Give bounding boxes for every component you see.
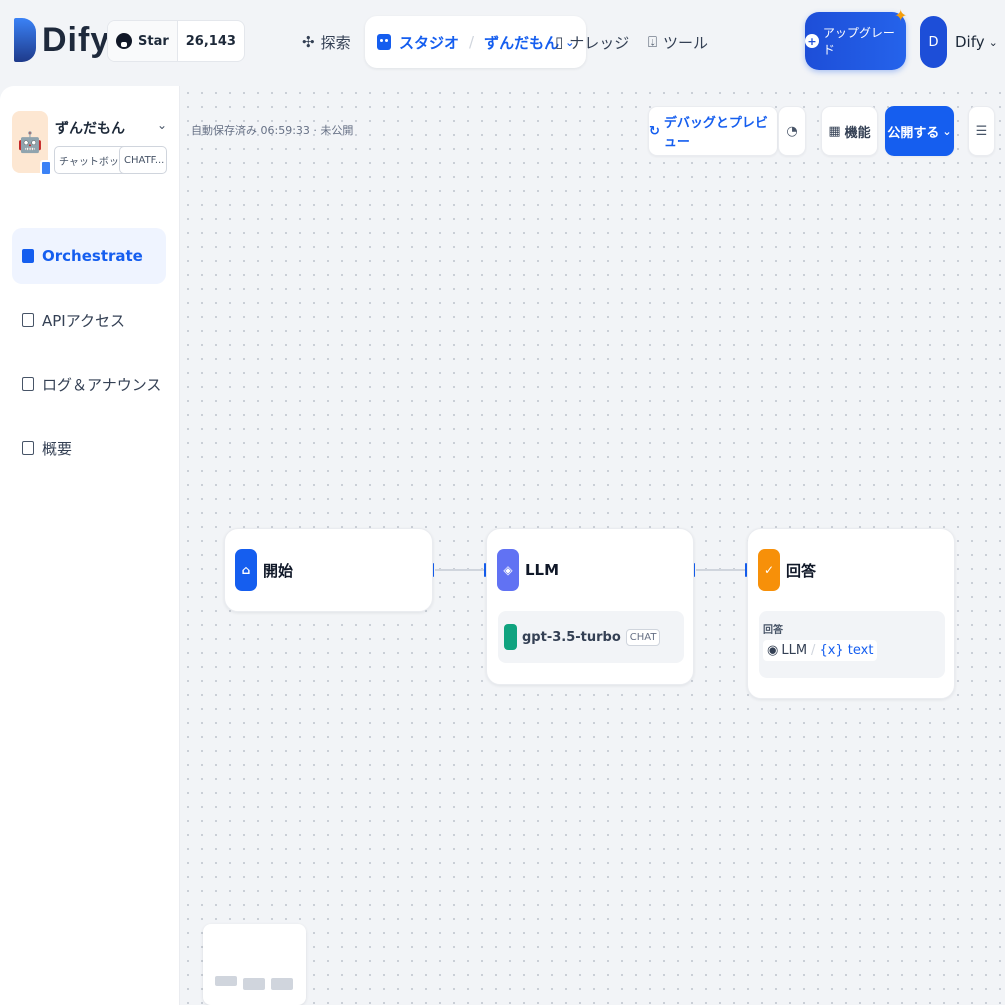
nav-separator: / — [469, 33, 475, 51]
sidebar-item-orchestrate[interactable]: Orchestrate — [12, 228, 166, 284]
llm-model-box: gpt-3.5-turbo CHAT — [498, 611, 684, 663]
history-button[interactable]: ◔ — [778, 106, 806, 156]
nav-explore[interactable]: ✣ 探索 — [302, 16, 351, 68]
star-label: Star — [138, 33, 169, 49]
nav-knowledge[interactable]: ▯ ナレッジ — [555, 16, 629, 68]
nav-studio[interactable]: スタジオ / ずんだもん ⌄ — [365, 16, 587, 68]
minimap[interactable] — [203, 924, 306, 1005]
logo-text: Dify — [42, 20, 111, 59]
answer-node-title: 回答 — [786, 561, 817, 580]
debug-preview-label: デバッグとプレビュー — [663, 116, 768, 150]
sparkle-icon: ✦ — [894, 6, 908, 25]
minimap-node — [243, 978, 265, 990]
sidebar-item-label: APIアクセス — [42, 311, 125, 330]
llm-node[interactable]: ◈ LLM gpt-3.5-turbo CHAT — [486, 528, 694, 685]
api-icon — [22, 313, 34, 327]
github-star-button[interactable]: Star 26,143 — [107, 20, 245, 62]
openai-icon — [504, 624, 517, 650]
publish-label: 公開する — [887, 125, 940, 141]
log-icon — [22, 377, 34, 391]
sidebar-item-label: 概要 — [42, 439, 73, 458]
nav-studio-label: スタジオ — [399, 33, 460, 52]
llm-model-name: gpt-3.5-turbo — [522, 629, 621, 645]
answer-field-label: 回答 — [763, 625, 783, 636]
avatar: D — [920, 16, 947, 68]
account-menu[interactable]: D Dify ⌄ — [920, 16, 998, 68]
sidebar-item-api-access[interactable]: APIアクセス — [12, 292, 166, 348]
answer-node[interactable]: ✓ 回答 回答 ◉ LLM / {x} text — [747, 528, 955, 699]
nav-tools-label: ツール — [663, 33, 709, 52]
start-node-header: ⌂ 開始 — [235, 549, 293, 591]
star-count: 26,143 — [185, 33, 236, 49]
publish-button[interactable]: 公開する ⌄ — [885, 106, 954, 156]
llm-node-title: LLM — [525, 561, 560, 579]
answer-content-box: 回答 ◉ LLM / {x} text — [759, 611, 945, 678]
sidebar-item-logs[interactable]: ログ＆アナウンス — [12, 356, 166, 412]
answer-icon: ✓ — [758, 549, 780, 591]
upgrade-label: アップグレード — [822, 26, 895, 57]
answer-variable-ref: ◉ LLM / {x} text — [763, 640, 878, 661]
nav-explore-label: 探索 — [320, 33, 351, 52]
overview-icon — [22, 441, 34, 455]
answer-source-node: LLM — [781, 643, 808, 658]
edge-llm-answer — [696, 569, 745, 571]
features-icon: ▦ — [828, 123, 841, 139]
account-name: Dify — [955, 33, 985, 51]
minimap-node — [271, 978, 293, 990]
top-header: Dify Star 26,143 ✣ 探索 スタジオ / ずんだもん ⌄ ▯ ナ… — [0, 0, 1005, 84]
app-type-badge-icon — [40, 160, 52, 176]
upgrade-button[interactable]: + アップグレード — [805, 12, 906, 70]
sidebar-item-label: ログ＆アナウンス — [42, 375, 162, 394]
knowledge-icon: ▯ — [555, 33, 564, 51]
features-button[interactable]: ▦ 機能 — [821, 106, 878, 156]
sidebar-item-label: Orchestrate — [42, 247, 143, 265]
app-mode-tag: CHATF... — [119, 146, 167, 174]
minimap-node — [215, 976, 237, 986]
edge-start-llm — [435, 569, 484, 571]
llm-mode-tag: CHAT — [625, 628, 661, 646]
github-icon — [116, 33, 132, 49]
checklist-button[interactable]: ☰ — [968, 106, 995, 156]
llm-icon: ◈ — [497, 549, 519, 591]
variable-separator: / — [811, 643, 816, 658]
explore-icon: ✣ — [302, 33, 315, 51]
app-avatar[interactable]: 🤖 — [12, 111, 52, 176]
features-label: 機能 — [844, 125, 871, 141]
nav-tools[interactable]: ⍗ ツール — [648, 16, 708, 68]
robot-icon: 🤖 — [17, 130, 43, 154]
sidebar-item-overview[interactable]: 概要 — [12, 420, 166, 476]
dify-logo[interactable]: Dify — [14, 18, 121, 62]
nav-studio-app[interactable]: ずんだもん — [484, 32, 559, 53]
debug-preview-button[interactable]: ↻ デバッグとプレビュー — [648, 106, 778, 156]
chevron-down-icon: ⌄ — [942, 124, 952, 138]
upgrade-icon: + — [805, 34, 819, 48]
home-icon: ⌂ — [235, 549, 257, 591]
start-node[interactable]: ⌂ 開始 — [224, 528, 433, 612]
llm-node-header: ◈ LLM — [497, 549, 559, 591]
github-star-label: Star — [108, 21, 178, 61]
app-sidebar: 🤖 ずんだもん ⌄ チャットボット CHATF... Orchestrate A… — [0, 86, 180, 1005]
llm-ref-icon: ◉ — [767, 643, 779, 658]
chevron-down-icon: ⌄ — [988, 35, 998, 49]
history-icon: ◔ — [786, 123, 798, 139]
answer-variable: {x} text — [819, 643, 874, 658]
chevron-down-icon[interactable]: ⌄ — [157, 118, 167, 132]
nav-knowledge-label: ナレッジ — [569, 33, 630, 52]
app-name[interactable]: ずんだもん — [55, 118, 125, 138]
tools-icon: ⍗ — [648, 33, 658, 51]
checklist-icon: ☰ — [975, 123, 988, 139]
debug-icon: ↻ — [649, 123, 660, 139]
answer-node-header: ✓ 回答 — [758, 549, 816, 591]
orchestrate-icon — [22, 249, 34, 263]
start-node-title: 開始 — [263, 561, 294, 580]
studio-icon — [377, 34, 391, 50]
dify-logo-mark — [14, 18, 36, 62]
autosave-status: 自動保存済み 06:59:33 · 未公開 — [191, 124, 354, 137]
